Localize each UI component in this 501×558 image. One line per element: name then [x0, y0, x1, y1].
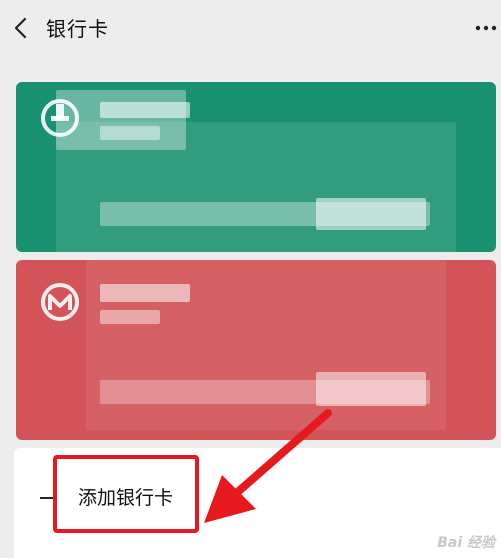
blurred-text [100, 102, 190, 118]
top-bar: 银行卡 [0, 0, 501, 54]
more-dots-icon[interactable] [475, 24, 497, 32]
annotation-arrow-icon [204, 409, 332, 523]
blur-overlay [56, 122, 456, 252]
bank-logo-icon [41, 283, 79, 321]
page-title: 银行卡 [46, 17, 109, 41]
bank-card-green[interactable] [16, 82, 496, 252]
chevron-left-icon[interactable] [10, 16, 34, 40]
watermark: Bai 经验 [437, 535, 495, 551]
highlight-box [53, 455, 199, 533]
